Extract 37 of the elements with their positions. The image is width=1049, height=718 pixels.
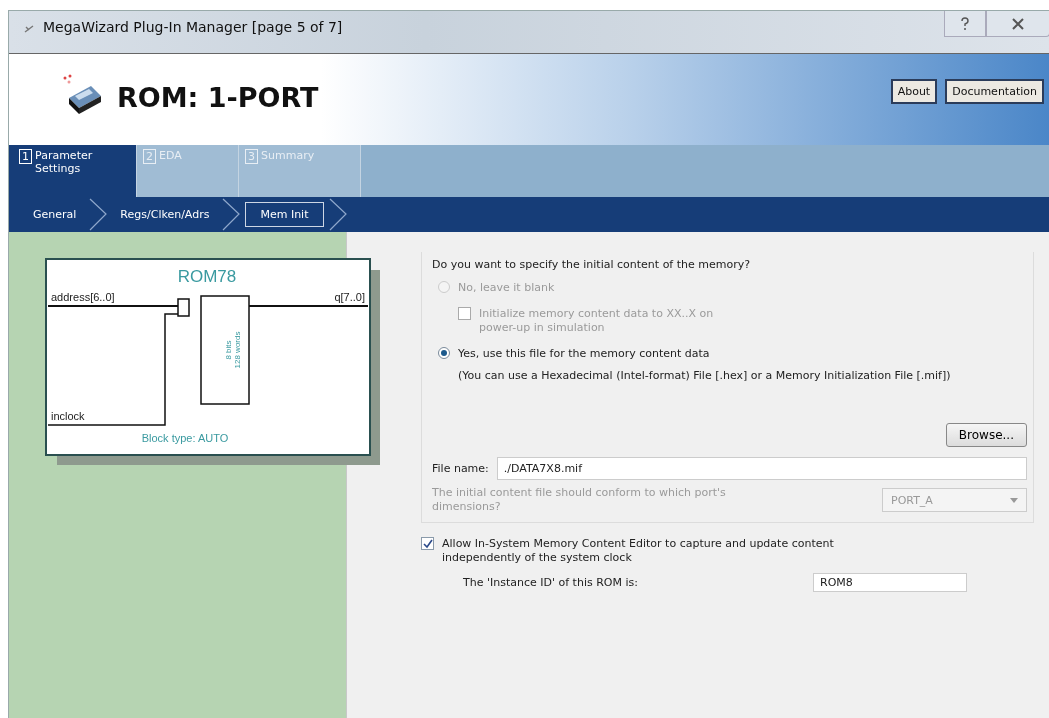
option-label: No, leave it blank [458, 281, 555, 295]
wizard-icon [23, 23, 35, 35]
instance-id-field[interactable]: ROM8 [813, 573, 967, 592]
file-format-note: (You can use a Hexadecimal (Intel-format) File [.hex] or a Memory Initialization File [.mif]) [458, 369, 952, 383]
component-name: ROM78 [177, 267, 237, 286]
port-question: The initial content file should conform to which port's dimensions? [432, 486, 727, 514]
chevron-icon [88, 197, 109, 232]
wizard-tab[interactable]: 1 Parameter Settings [9, 145, 137, 197]
instance-id-label: The 'Instance ID' of this ROM is: [463, 575, 639, 590]
chevron-icon [221, 197, 242, 232]
block-type-label: Block type: AUTO [141, 432, 229, 444]
close-icon [1012, 17, 1024, 30]
file-name-label: File name: [432, 461, 489, 476]
option-label: Yes, use this file for the memory content data [458, 347, 710, 361]
register-block [177, 298, 190, 317]
input-port-label: address[6..0] [51, 291, 115, 303]
close-button[interactable] [986, 11, 1049, 37]
page-title: ROM: 1-PORT [117, 82, 319, 113]
radio-button[interactable] [438, 347, 450, 359]
chevron-icon [327, 197, 348, 232]
documentation-button[interactable]: Documentation [945, 79, 1044, 104]
step-link[interactable]: General [25, 205, 85, 224]
step-link[interactable]: Regs/Clken/Adrs [112, 205, 218, 224]
help-button[interactable] [944, 11, 986, 37]
checkbox[interactable] [421, 537, 434, 550]
about-button[interactable]: About [890, 79, 938, 104]
checkbox-label: Allow In-System Memory Content Editor to capture and update content independently of the system clock [442, 537, 835, 565]
memory-size-label: 8 bits 128 words [224, 331, 242, 369]
browse-button[interactable]: Browse... [945, 423, 1027, 447]
output-port-label: q[7..0] [334, 291, 365, 303]
clock-port-label: inclock [51, 410, 85, 422]
help-icon [960, 16, 970, 31]
file-name-field[interactable]: ./DATA7X8.mif [496, 457, 1027, 480]
step-link[interactable]: Mem Init [245, 202, 324, 227]
dropdown-arrow-icon [1010, 497, 1018, 503]
window-title: MegaWizard Plug-In Manager [page 5 of 7] [43, 19, 343, 35]
checkbox-label: Initialize memory content data to XX..X on power-up in simulation [479, 307, 715, 335]
